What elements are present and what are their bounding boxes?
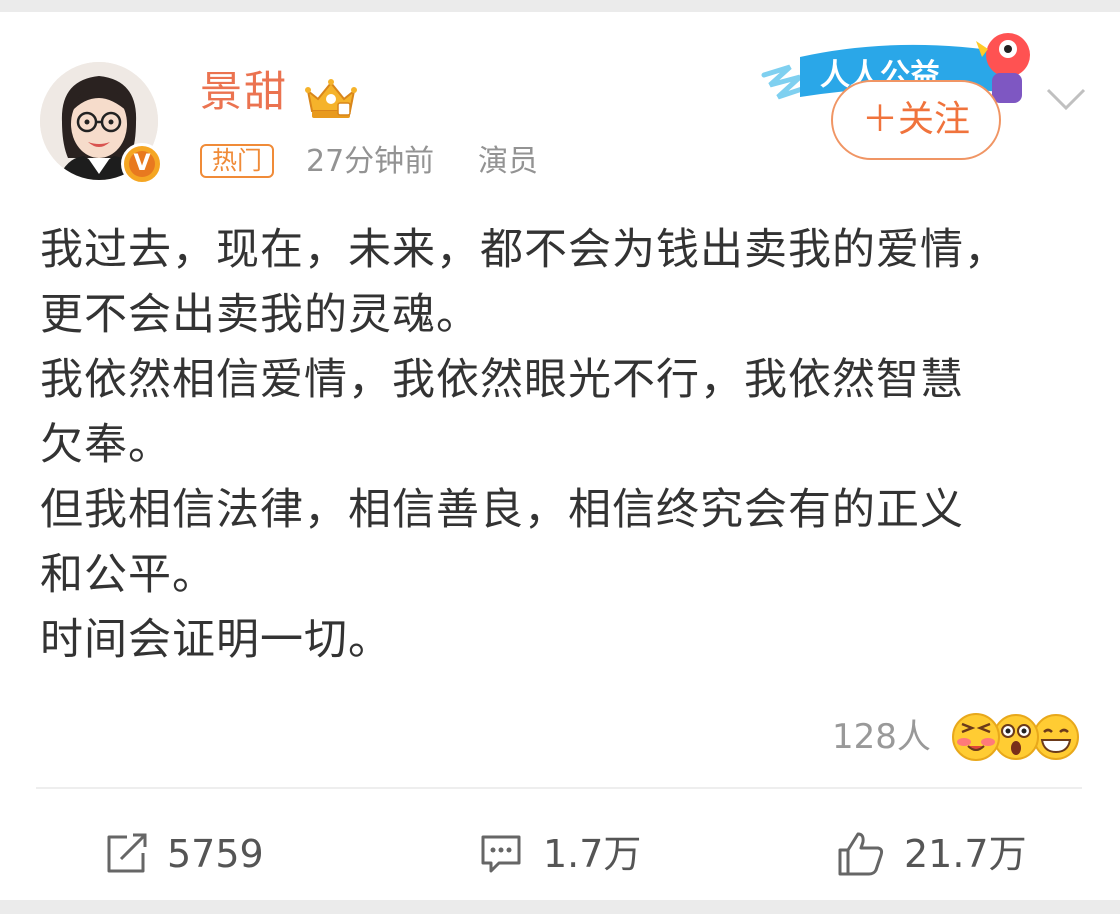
repost-icon — [107, 833, 147, 873]
grin-emoji — [1033, 714, 1079, 760]
hot-tag: 热门 — [200, 144, 275, 178]
verified-badge: V — [121, 143, 163, 185]
reaction-emojis[interactable] — [946, 706, 1082, 768]
bottom-gap — [0, 900, 1120, 914]
content-line: 但我相信法律，相信善良，相信终究会有的正义 — [40, 485, 964, 535]
content-line: 时间会证明一切。 — [40, 615, 392, 665]
post-content: 我过去，现在，未来，都不会为钱出卖我的爱情， 更不会出卖我的灵魂。 我依然相信爱… — [40, 218, 1090, 673]
content-line: 欠奉。 — [40, 420, 172, 470]
surprised-emoji — [993, 714, 1039, 760]
comment-button[interactable]: 1.7万 — [477, 824, 641, 884]
like-button[interactable]: 21.7万 — [836, 824, 1027, 884]
post-time: 27分钟前 — [306, 144, 435, 179]
content-line: 和公平。 — [40, 550, 216, 600]
like-count: 21.7万 — [904, 832, 1027, 876]
follow-button[interactable]: ＋关注 — [831, 80, 1001, 160]
content-line: 我过去，现在，未来，都不会为钱出卖我的爱情， — [40, 225, 1008, 275]
blush-emoji — [952, 713, 1000, 761]
content-line: 更不会出卖我的灵魂。 — [40, 290, 480, 340]
repost-count: 5759 — [167, 832, 264, 876]
comment-count: 1.7万 — [543, 832, 642, 876]
chevron-down-icon[interactable] — [1044, 84, 1088, 114]
comment-icon — [481, 835, 521, 873]
weibo-post-card: V 景甜 热门 27分钟前 演员 人人公益 ＋关注 我过去，现在，未来，都不会为… — [0, 12, 1120, 900]
reaction-count[interactable]: 128人 — [832, 712, 931, 762]
post-source: 演员 — [478, 144, 538, 179]
author-name[interactable]: 景甜 — [200, 64, 288, 120]
content-line: 我依然相信爱情，我依然眼光不行，我依然智慧 — [40, 355, 964, 405]
thumbs-up-icon — [838, 832, 884, 876]
repost-button[interactable]: 5759 — [103, 824, 264, 884]
divider — [36, 787, 1082, 789]
crown-icon — [305, 79, 357, 118]
